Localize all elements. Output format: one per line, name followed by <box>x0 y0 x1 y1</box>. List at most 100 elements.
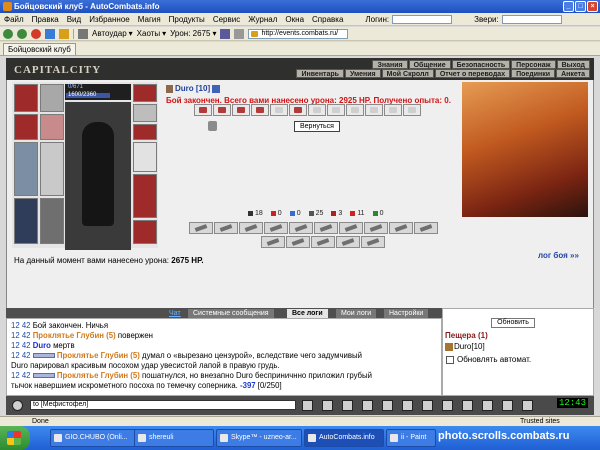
inventory-item[interactable] <box>289 222 313 234</box>
auto-refresh-checkbox[interactable] <box>446 355 454 364</box>
menu-service[interactable]: Сервис <box>213 15 240 24</box>
inventory-item[interactable] <box>314 222 338 234</box>
nav-knowledge[interactable]: Знания <box>372 60 408 69</box>
autoudar-select[interactable]: Автоудар ▾ <box>92 29 133 38</box>
back-icon[interactable] <box>3 28 13 39</box>
inventory-item[interactable] <box>339 222 363 234</box>
tab-settings[interactable]: Настройки <box>384 309 429 318</box>
chat-input[interactable]: to [Мефистофел] <box>30 400 296 410</box>
armor-slot[interactable] <box>14 198 38 244</box>
party-icon[interactable] <box>462 400 473 411</box>
misc-slot-2[interactable] <box>133 124 157 140</box>
inventory-item[interactable] <box>364 222 388 234</box>
nav-security[interactable]: Безопасность <box>451 60 511 69</box>
menu-favorites[interactable]: Избранное <box>89 15 130 24</box>
private-icon[interactable] <box>442 400 453 411</box>
inventory-item[interactable] <box>414 222 438 234</box>
uron-select[interactable]: Урон: 2675 ▾ <box>170 29 216 38</box>
opponent-name[interactable]: Duro [10] <box>175 84 210 93</box>
pants-slot[interactable] <box>133 174 157 218</box>
action-slot[interactable] <box>384 104 402 116</box>
player-entry[interactable]: Duro[10] <box>445 342 485 351</box>
settings-icon[interactable] <box>234 28 245 39</box>
taskbar-item[interactable]: ii - Paint <box>386 429 436 447</box>
start-button[interactable] <box>0 426 30 450</box>
minimize-button[interactable]: _ <box>563 1 574 12</box>
address-bar[interactable]: http://events.combats.ru/ <box>248 28 349 39</box>
trade-icon[interactable] <box>502 400 513 411</box>
action-slot[interactable] <box>365 104 383 116</box>
tab-my-logs[interactable]: Мои логи <box>336 309 377 318</box>
action-slot[interactable] <box>403 104 421 116</box>
nav-transfer-report[interactable]: Отчет о переводах <box>434 69 511 78</box>
misc-slot-1[interactable] <box>133 104 157 122</box>
menu-view[interactable]: Вид <box>67 15 81 24</box>
sound-icon[interactable] <box>402 400 413 411</box>
inventory-item[interactable] <box>189 222 213 234</box>
menu-journal[interactable]: Журнал <box>248 15 277 24</box>
refresh-button[interactable]: Обновить <box>491 318 535 328</box>
belt-slot[interactable] <box>40 198 64 244</box>
tab-fight-club[interactable]: Бойцовский клуб <box>3 43 76 55</box>
nav-skills[interactable]: Умения <box>344 69 381 78</box>
translit-icon[interactable] <box>362 400 373 411</box>
gloves-slot[interactable] <box>133 84 157 102</box>
maximize-button[interactable]: □ <box>575 1 586 12</box>
action-slot[interactable] <box>251 104 269 116</box>
nav-duels[interactable]: Поединки <box>511 69 556 78</box>
menu-windows[interactable]: Окна <box>285 15 304 24</box>
action-slot[interactable] <box>327 104 345 116</box>
home-icon[interactable] <box>59 28 69 39</box>
forward-icon[interactable] <box>17 28 27 39</box>
khaoty-select[interactable]: Хаоты ▾ <box>137 29 167 38</box>
menu-file[interactable]: Файл <box>4 15 24 24</box>
emoji-icon[interactable] <box>422 400 433 411</box>
stop-icon[interactable] <box>31 28 41 39</box>
fight-log-link[interactable]: лог боя »» <box>538 251 579 260</box>
clear-icon[interactable] <box>342 400 353 411</box>
helmet-slot[interactable] <box>14 84 38 112</box>
nav-profile[interactable]: Анкета <box>556 69 590 78</box>
ring-slots[interactable] <box>40 142 64 196</box>
tab-chat[interactable]: Чат <box>164 309 186 318</box>
refresh-icon[interactable] <box>45 28 55 39</box>
clan-chat-icon[interactable] <box>482 400 493 411</box>
chat-name[interactable]: Проклятье Глубин (5) <box>57 351 140 360</box>
action-slot[interactable] <box>213 104 231 116</box>
inventory-item[interactable] <box>264 222 288 234</box>
nav-exit[interactable]: Выход <box>556 60 590 69</box>
action-slot[interactable] <box>289 104 307 116</box>
tab-all-logs[interactable]: Все логи <box>287 309 328 318</box>
nav-character[interactable]: Персонаж <box>511 60 556 69</box>
nav-communication[interactable]: Общение <box>408 60 451 69</box>
action-slot[interactable] <box>194 104 212 116</box>
boots-slot[interactable] <box>133 220 157 244</box>
close-button[interactable]: × <box>587 1 598 12</box>
tab-system-messages[interactable]: Системные сообщения <box>188 309 274 318</box>
return-button[interactable]: Вернуться <box>294 121 340 132</box>
smile-icon[interactable] <box>12 400 23 411</box>
inventory-item[interactable] <box>214 222 238 234</box>
inventory-item[interactable] <box>336 236 360 248</box>
inventory-item[interactable] <box>261 236 285 248</box>
filter-icon[interactable] <box>322 400 333 411</box>
inventory-item[interactable] <box>361 236 385 248</box>
color-icon[interactable] <box>382 400 393 411</box>
fighters-input[interactable] <box>501 14 562 24</box>
menu-products[interactable]: Продукты <box>169 15 205 24</box>
player-name[interactable]: Duro[10] <box>454 342 485 351</box>
inventory-item[interactable] <box>286 236 310 248</box>
taskbar-item[interactable]: shereuli <box>134 429 214 447</box>
inventory-item[interactable] <box>311 236 335 248</box>
shield-slot[interactable] <box>133 142 157 172</box>
taskbar-item[interactable]: Skype™ - uzneo-ar... <box>216 429 302 447</box>
bracer-slot[interactable] <box>14 114 38 140</box>
taskbar-item[interactable]: AutoCombats.info <box>304 429 384 447</box>
send-icon[interactable] <box>302 400 313 411</box>
taskbar-item[interactable]: GIO.CHUBO (Onli... <box>50 429 136 447</box>
nav-inventory[interactable]: Инвентарь <box>296 69 344 78</box>
earring-slot[interactable] <box>40 84 64 112</box>
chat-name[interactable]: Проклятье Глубин (5) <box>33 331 116 340</box>
action-slot[interactable] <box>270 104 288 116</box>
login-input[interactable] <box>392 14 453 24</box>
